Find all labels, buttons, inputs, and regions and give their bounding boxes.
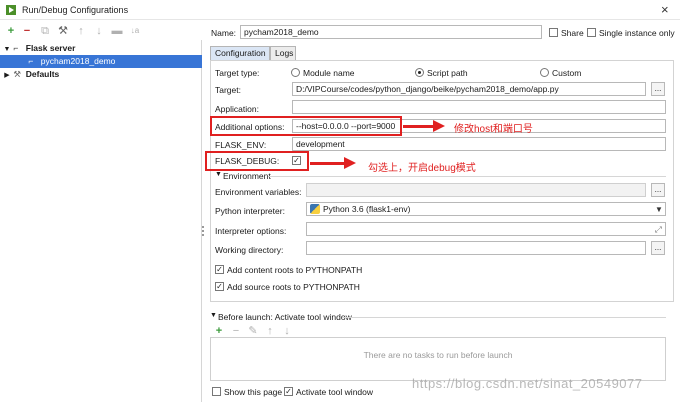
radio-script-path-label: Script path [427, 68, 468, 78]
activate-tool-label: Activate tool window [296, 387, 374, 397]
sort-icon[interactable]: ↓a [128, 24, 142, 38]
watermark: https://blog.csdn.net/sinat_20549077 [412, 376, 643, 391]
source-roots-checkbox[interactable]: ✓ [215, 282, 224, 291]
move-up-icon[interactable]: ↑ [74, 24, 88, 38]
browse-target-button[interactable]: ... [651, 82, 665, 96]
close-icon[interactable]: × [661, 2, 669, 17]
chevron-down-icon[interactable]: ▼ [215, 171, 222, 178]
add-task-icon[interactable]: + [212, 324, 226, 338]
env-vars-label: Environment variables: [215, 187, 302, 197]
remove-icon[interactable]: − [20, 24, 34, 38]
annotation-host-port: 修改host和端口号 [454, 124, 533, 135]
flask-icon: ⌐ [13, 43, 19, 53]
copy-icon[interactable]: ⧉ [38, 24, 52, 38]
window-title: Run/Debug Configurations [22, 5, 129, 15]
target-input[interactable]: D:/VIPCourse/codes/python_django/beike/p… [292, 82, 646, 96]
empty-tasks-text: There are no tasks to run before launch [363, 350, 513, 360]
tree-item-label: pycham2018_demo [40, 56, 116, 66]
content-roots-label: Add content roots to PYTHONPATH [227, 265, 363, 275]
radio-module-name-label: Module name [303, 68, 355, 78]
interpreter-options-input[interactable] [306, 222, 666, 236]
source-roots-label: Add source roots to PYTHONPATH [227, 282, 360, 292]
chevron-down-icon[interactable]: ▼ [655, 205, 663, 214]
chevron-down-icon[interactable]: ▼ [210, 312, 217, 319]
move-down-icon[interactable]: ↓ [280, 324, 294, 338]
annotation-highlight-box [205, 151, 309, 171]
activate-tool-checkbox[interactable]: ✓ [284, 387, 293, 396]
working-dir-label: Working directory: [215, 245, 284, 255]
content-roots-checkbox[interactable]: ✓ [215, 265, 224, 274]
tree-item-label: Defaults [25, 69, 60, 79]
annotation-highlight-box [210, 116, 402, 136]
python-interpreter-select[interactable]: Python 3.6 (flask1-env) [306, 202, 666, 216]
tree-toolbar: + − ⧉ ⚒ ↑ ↓ ▬ ↓a [0, 22, 200, 40]
share-label: Share [561, 28, 584, 38]
window-titlebar: Run/Debug Configurations × [0, 0, 680, 20]
tree-item-defaults[interactable]: ▶ ⚒ Defaults [0, 68, 202, 81]
env-vars-input[interactable] [306, 183, 646, 197]
radio-script-path[interactable] [415, 68, 424, 77]
flask-env-label: FLASK_ENV: [215, 140, 267, 150]
target-type-label: Target type: [215, 68, 260, 78]
show-page-checkbox[interactable] [212, 387, 221, 396]
expand-icon[interactable]: ⤢ [655, 224, 662, 235]
remove-task-icon[interactable]: − [229, 324, 243, 338]
folder-icon[interactable]: ▬ [110, 24, 124, 38]
radio-custom-label: Custom [552, 68, 582, 78]
edit-env-vars-button[interactable]: ... [651, 183, 665, 197]
annotation-arrow [310, 162, 346, 165]
radio-custom[interactable] [540, 68, 549, 77]
environment-heading: Environment [223, 171, 271, 181]
python-icon [310, 204, 320, 214]
browse-working-dir-button[interactable]: ... [651, 241, 665, 255]
divider [342, 317, 666, 318]
tree-item-config[interactable]: ⌐ pycham2018_demo [0, 55, 202, 68]
wrench-icon[interactable]: ⚒ [56, 24, 70, 38]
arrow-right-icon [344, 157, 356, 169]
python-interpreter-label: Python interpreter: [215, 206, 285, 216]
tab-logs[interactable]: Logs [270, 46, 296, 60]
working-dir-input[interactable] [306, 241, 646, 255]
divider [268, 176, 666, 177]
single-instance-label: Single instance only [599, 28, 675, 38]
show-page-label: Show this page [224, 387, 283, 397]
tab-configuration[interactable]: Configuration [210, 46, 270, 60]
run-debug-icon [6, 5, 16, 15]
target-label: Target: [215, 85, 241, 95]
move-down-icon[interactable]: ↓ [92, 24, 106, 38]
tree-item-flask-server[interactable]: ▼ ⌐ Flask server [0, 42, 202, 55]
tree-item-label: Flask server [25, 43, 76, 53]
flask-icon: ⌐ [28, 56, 34, 66]
before-launch-heading: Before launch: Activate tool window [218, 312, 352, 322]
flask-env-input[interactable]: development [292, 137, 666, 151]
splitter-handle[interactable] [201, 224, 205, 240]
single-instance-checkbox[interactable] [587, 28, 596, 37]
move-up-icon[interactable]: ↑ [263, 324, 277, 338]
add-icon[interactable]: + [4, 24, 18, 38]
annotation-arrow [403, 125, 435, 128]
radio-module-name[interactable] [291, 68, 300, 77]
interpreter-options-label: Interpreter options: [215, 226, 287, 236]
name-input[interactable]: pycham2018_demo [240, 25, 542, 39]
application-label: Application: [215, 104, 259, 114]
wrench-icon: ⚒ [13, 69, 21, 79]
annotation-debug: 勾选上，开启debug模式 [368, 163, 476, 174]
share-checkbox[interactable] [549, 28, 558, 37]
name-label: Name: [211, 28, 237, 38]
arrow-right-icon [433, 120, 445, 132]
edit-task-icon[interactable]: ✎ [246, 324, 260, 338]
application-input[interactable] [292, 100, 666, 114]
chevron-right-icon[interactable]: ▶ [3, 69, 11, 82]
config-tree: ▼ ⌐ Flask server ⌐ pycham2018_demo ▶ ⚒ D… [0, 40, 202, 402]
